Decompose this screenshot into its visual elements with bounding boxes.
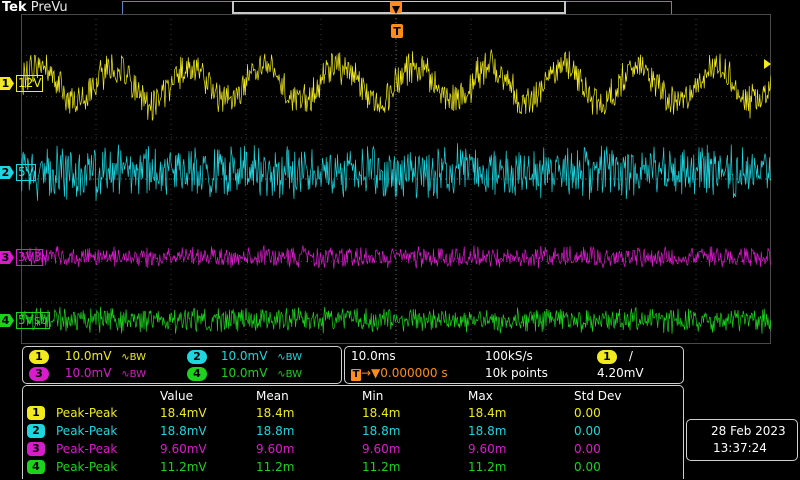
measurement-min: 18.4m bbox=[362, 406, 401, 420]
measurement-min: 11.2m bbox=[362, 460, 401, 474]
waveform-display[interactable]: T bbox=[21, 14, 771, 344]
measurement-value: 11.2mV bbox=[160, 460, 207, 474]
ch2-tag[interactable]: 2 5V bbox=[0, 164, 39, 181]
datetime-display[interactable]: 28 Feb 2023 13:37:24 bbox=[686, 419, 798, 461]
vertical-settings-panel[interactable]: 1 10.0mV ∿BW 2 10.0mV ∿BW 3 10.0mV ∿BW 4… bbox=[22, 346, 342, 384]
ch1-setting[interactable]: 1 10.0mV ∿BW bbox=[29, 349, 146, 365]
measurement-max: 9.60m bbox=[468, 442, 507, 456]
ch2-number: 2 bbox=[0, 166, 14, 179]
trigger-position-value: 0.000000 s bbox=[380, 366, 448, 380]
trigger-marker-label: T bbox=[393, 25, 401, 38]
ch3-bandwidth-icon: ∿BW bbox=[121, 369, 147, 380]
ch4-bandwidth-icon: ∿BW bbox=[277, 369, 303, 380]
measurement-std-dev: 0.00 bbox=[574, 406, 601, 420]
date: 28 Feb 2023 bbox=[711, 424, 786, 438]
ch1-tag[interactable]: 1 12V bbox=[0, 75, 46, 92]
measurement-source-badge: 2 bbox=[27, 424, 45, 438]
measurement-mean: 18.8m bbox=[256, 424, 295, 438]
trigger-level[interactable]: 4.20mV bbox=[597, 366, 644, 380]
sample-rate: 100kS/s bbox=[485, 349, 533, 363]
ch4-tag[interactable]: 4 5Vsb bbox=[0, 312, 53, 329]
col-header-max: Max bbox=[468, 389, 493, 403]
col-header-mean: Mean bbox=[256, 389, 289, 403]
trigger-marker[interactable]: T bbox=[391, 24, 403, 38]
arrow-right-icon: →▼ bbox=[361, 366, 381, 380]
ch3-badge: 3 bbox=[29, 367, 49, 381]
trace-ch2 bbox=[21, 143, 771, 202]
measurement-source-badge: 4 bbox=[27, 460, 45, 474]
acquisition-mode: PreVu bbox=[30, 0, 68, 15]
ch3-number: 3 bbox=[0, 251, 14, 264]
measurement-source-badge: 1 bbox=[27, 406, 45, 420]
ch1-badge: 1 bbox=[29, 350, 49, 364]
measurement-name: Peak-Peak bbox=[56, 442, 118, 456]
measurement-max: 11.2m bbox=[468, 460, 507, 474]
measurement-mean: 11.2m bbox=[256, 460, 295, 474]
trigger-position-icon: T bbox=[351, 369, 361, 381]
measurement-max: 18.8m bbox=[468, 424, 507, 438]
ch4-setting[interactable]: 4 10.0mV ∿BW bbox=[187, 366, 302, 382]
trigger-level-arrow-icon[interactable] bbox=[764, 59, 771, 69]
ch2-label: 5V bbox=[16, 164, 36, 181]
ch4-label: 5Vsb bbox=[16, 312, 50, 329]
trigger-position-top-marker[interactable] bbox=[390, 1, 402, 14]
col-header-std-dev: Std Dev bbox=[574, 389, 622, 403]
ch4-badge: 4 bbox=[187, 367, 207, 381]
measurement-source-badge: 3 bbox=[27, 442, 45, 456]
col-header-min: Min bbox=[362, 389, 384, 403]
ch1-bandwidth-icon: ∿BW bbox=[121, 352, 147, 363]
ch2-scale: 10.0mV bbox=[220, 349, 268, 363]
measurement-mean: 9.60m bbox=[256, 442, 295, 456]
measurement-name: Peak-Peak bbox=[56, 406, 118, 420]
measurement-name: Peak-Peak bbox=[56, 460, 118, 474]
ch1-scale: 10.0mV bbox=[64, 349, 112, 363]
ch2-badge: 2 bbox=[187, 350, 207, 364]
ch3-setting[interactable]: 3 10.0mV ∿BW bbox=[29, 366, 146, 382]
tek-logo: Tek PreVu bbox=[2, 0, 68, 15]
ch2-setting[interactable]: 2 10.0mV ∿BW bbox=[187, 349, 302, 365]
measurement-value: 9.60mV bbox=[160, 442, 207, 456]
measurement-value: 18.4mV bbox=[160, 406, 207, 420]
trigger-slope-icon: / bbox=[628, 349, 633, 363]
trigger-source[interactable]: 1 / bbox=[597, 349, 633, 364]
waveform-traces bbox=[21, 49, 771, 334]
ch3-label: 3V3 bbox=[16, 249, 44, 266]
ch1-label: 12V bbox=[16, 75, 44, 92]
measurement-std-dev: 0.00 bbox=[574, 460, 601, 474]
measurement-min: 18.8m bbox=[362, 424, 401, 438]
time: 13:37:24 bbox=[713, 441, 767, 455]
trigger-source-badge: 1 bbox=[597, 350, 617, 364]
measurement-std-dev: 0.00 bbox=[574, 442, 601, 456]
ch3-scale: 10.0mV bbox=[64, 366, 112, 380]
trace-ch3 bbox=[21, 245, 771, 269]
col-header-value: Value bbox=[160, 389, 193, 403]
ch4-number: 4 bbox=[0, 314, 14, 327]
measurement-mean: 18.4m bbox=[256, 406, 295, 420]
measurement-name: Peak-Peak bbox=[56, 424, 118, 438]
measurement-std-dev: 0.00 bbox=[574, 424, 601, 438]
trigger-position[interactable]: T →▼0.000000 s bbox=[351, 366, 448, 381]
ch2-bandwidth-icon: ∿BW bbox=[277, 352, 303, 363]
ch3-tag[interactable]: 3 3V3 bbox=[0, 249, 46, 266]
ch1-number: 1 bbox=[0, 77, 14, 90]
record-length: 10k points bbox=[485, 366, 548, 380]
measurement-min: 9.60m bbox=[362, 442, 401, 456]
horizontal-trigger-panel[interactable]: 10.0ms 100kS/s 1 / T →▼0.000000 s 10k poi… bbox=[344, 346, 684, 384]
measurement-max: 18.4m bbox=[468, 406, 507, 420]
ch4-scale: 10.0mV bbox=[220, 366, 268, 380]
brand-logo: Tek bbox=[2, 0, 27, 15]
measurement-value: 18.8mV bbox=[160, 424, 207, 438]
time-per-div[interactable]: 10.0ms bbox=[351, 349, 396, 363]
